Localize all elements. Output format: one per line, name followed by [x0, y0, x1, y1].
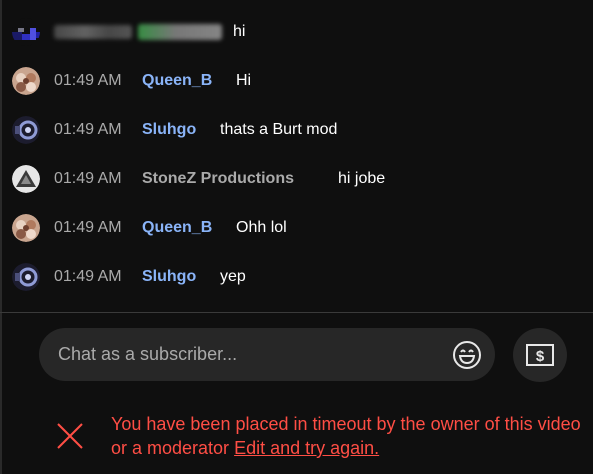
timeout-message: You have been placed in timeout by the o… — [111, 412, 581, 460]
edit-and-try-again-link[interactable]: Edit and try again. — [234, 438, 379, 458]
chat-message: 01:49 AM Queen_B Ohh lol — [0, 208, 593, 248]
chat-message: 01:49 AM Sluhgo thats a Burt mod — [0, 110, 593, 150]
message-text: Hi — [236, 72, 252, 89]
message-timestamp: 01:49 AM — [54, 268, 122, 285]
message-text: Ohh lol — [236, 219, 287, 236]
message-timestamp: 01:49 AM — [54, 170, 122, 187]
blurred-avatar[interactable] — [12, 18, 40, 46]
timeout-banner: You have been placed in timeout by the o… — [0, 395, 593, 474]
message-text: hi — [233, 23, 246, 40]
chat-message: 01:49 AM Sluhgo yep — [0, 257, 593, 297]
chat-message-list[interactable]: hi 01:49 AM Queen_B Hi 01:49 AM Sluhgo t… — [0, 0, 593, 312]
message-text: thats a Burt mod — [220, 121, 338, 138]
super-chat-button[interactable]: $ — [513, 328, 567, 382]
chat-message: 01:49 AM Queen_B Hi — [0, 61, 593, 101]
live-chat-panel: hi 01:49 AM Queen_B Hi 01:49 AM Sluhgo t… — [0, 0, 593, 474]
chat-input-field[interactable]: Chat as a subscriber... — [39, 328, 495, 381]
redacted-timestamp — [54, 25, 132, 39]
author-name[interactable]: Sluhgo — [142, 268, 196, 286]
close-x-icon — [57, 423, 83, 449]
stonez-avatar[interactable] — [12, 165, 40, 193]
sluhgo-avatar[interactable] — [12, 116, 40, 144]
queen-b-avatar[interactable] — [12, 67, 40, 95]
emoji-button[interactable] — [451, 339, 483, 371]
author-name[interactable]: StoneZ Productions — [142, 170, 294, 188]
chat-input-placeholder: Chat as a subscriber... — [58, 344, 238, 364]
author-name[interactable]: Queen_B — [142, 219, 212, 237]
author-name[interactable]: Sluhgo — [142, 121, 196, 139]
author-name[interactable]: Queen_B — [142, 72, 212, 90]
svg-text:$: $ — [536, 348, 545, 365]
message-timestamp: 01:49 AM — [54, 219, 122, 236]
chat-message: hi — [0, 12, 593, 52]
dollar-bill-icon: $ — [526, 344, 554, 366]
sluhgo-avatar[interactable] — [12, 263, 40, 291]
chat-message: 01:49 AM StoneZ Productions hi jobe — [0, 159, 593, 199]
message-timestamp: 01:49 AM — [54, 72, 122, 89]
dismiss-timeout-button[interactable] — [55, 421, 85, 451]
message-text: yep — [220, 268, 246, 285]
queen-b-avatar[interactable] — [12, 214, 40, 242]
message-timestamp: 01:49 AM — [54, 121, 122, 138]
redacted-author-name[interactable] — [138, 24, 222, 40]
message-text: hi jobe — [338, 170, 386, 187]
chat-input-row: Chat as a subscriber... $ — [0, 313, 593, 395]
smiley-face-icon — [453, 341, 481, 369]
